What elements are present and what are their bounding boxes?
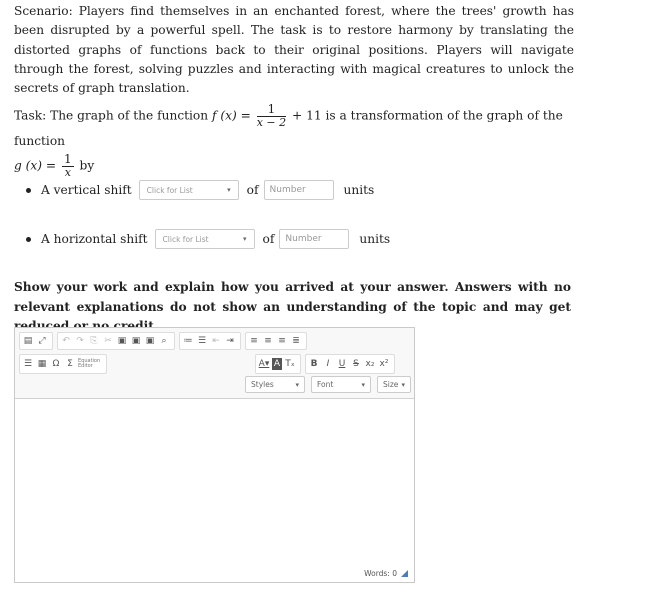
format-group: B I U S x₂ x² (305, 354, 395, 374)
color-group: A▾ A Tₓ (255, 354, 301, 374)
g-fraction: 1 x (62, 153, 74, 179)
outdent-icon[interactable]: ⇤ (210, 335, 222, 347)
units-label: units (359, 232, 391, 246)
styles-label: Styles (251, 380, 274, 389)
f-numerator: 1 (256, 103, 287, 117)
horizontal-shift-row: A horizontal shift Click for List ▾ of N… (26, 229, 390, 249)
size-label: Size (383, 380, 399, 389)
align-group: ≡ ≡ ≡ ≣ (245, 332, 307, 350)
special-char-icon[interactable]: Ω (50, 358, 62, 370)
task-prefix: Task: The graph of the function (14, 108, 209, 123)
chevron-down-icon: ▾ (243, 235, 247, 243)
maximize-icon[interactable]: ⤢ (36, 335, 48, 347)
select-placeholder: Click for List (146, 185, 193, 195)
units-label: units (343, 183, 375, 197)
superscript-button[interactable]: x² (378, 358, 390, 370)
remove-format-icon[interactable]: Tₓ (284, 358, 296, 370)
f-lhs: f (x) = (212, 108, 251, 123)
paste-icon[interactable]: ▣ (116, 335, 128, 347)
indent-icon[interactable]: ⇥ (224, 335, 236, 347)
align-left-icon[interactable]: ≡ (248, 335, 260, 347)
horizontal-shift-direction-select[interactable]: Click for List ▾ (154, 229, 255, 249)
underline-button[interactable]: U (336, 358, 348, 370)
font-label: Font (317, 380, 334, 389)
task-suffix: by (79, 158, 95, 173)
cut-icon[interactable]: ✂ (102, 335, 114, 347)
vertical-shift-direction-select[interactable]: Click for List ▾ (138, 180, 239, 200)
find-icon[interactable]: ⌕ (158, 335, 170, 347)
g-denominator: x (64, 166, 71, 179)
scenario-text: Scenario: Players find themselves in an … (14, 4, 574, 96)
strike-button[interactable]: S (350, 358, 362, 370)
number-placeholder: Number (269, 185, 306, 195)
paste-text-icon[interactable]: ▣ (130, 335, 142, 347)
chevron-down-icon: ▾ (361, 380, 365, 389)
select-placeholder: Click for List (162, 234, 209, 244)
chevron-down-icon: ▾ (295, 380, 299, 389)
rich-text-editor: ▤ ⤢ ↶ ↷ ⎘ ✂ ▣ ▣ ▣ ⌕ ≔ ☰ ⇤ ⇥ ≡ ≡ ≡ ≣ ☰ ▦ … (14, 327, 415, 583)
word-count: Words: 0 (364, 569, 408, 578)
list-group: ≔ ☰ ⇤ ⇥ (179, 332, 241, 350)
f-denominator: x − 2 (256, 116, 287, 129)
editor-content-area[interactable] (15, 398, 414, 564)
vertical-shift-label: A vertical shift (41, 183, 132, 197)
equation-editor-label[interactable]: Equation Editor (78, 359, 104, 369)
size-combo[interactable]: Size ▾ (377, 376, 411, 393)
horizontal-shift-number-input[interactable]: Number (279, 229, 350, 249)
editor-toolbar: ▤ ⤢ ↶ ↷ ⎘ ✂ ▣ ▣ ▣ ⌕ ≔ ☰ ⇤ ⇥ ≡ ≡ ≡ ≣ ☰ ▦ … (15, 328, 414, 399)
source-icon[interactable]: ▤ (22, 335, 34, 347)
insert-group: ☰ ▦ Ω Σ Equation Editor (19, 354, 107, 374)
equation-icon[interactable]: Σ (64, 358, 76, 370)
bullet-icon (26, 236, 31, 242)
g-lhs: g (x) = (14, 158, 57, 173)
align-justify-icon[interactable]: ≣ (290, 335, 302, 347)
bold-button[interactable]: B (308, 358, 320, 370)
horizontal-line-icon[interactable]: ☰ (22, 358, 34, 370)
styles-combo[interactable]: Styles ▾ (245, 376, 305, 393)
of-label: of (246, 183, 259, 197)
redo-icon[interactable]: ↷ (74, 335, 86, 347)
resize-grip-icon[interactable] (401, 570, 408, 577)
g-numerator: 1 (62, 152, 74, 167)
numbered-list-icon[interactable]: ≔ (182, 335, 194, 347)
source-group: ▤ ⤢ (19, 332, 53, 350)
subscript-button[interactable]: x₂ (364, 358, 376, 370)
horizontal-shift-label: A horizontal shift (41, 232, 148, 246)
task-statement: Task: The graph of the function f (x) = … (14, 103, 584, 179)
undo-icon[interactable]: ↶ (60, 335, 72, 347)
f-tail: + 11 (292, 108, 322, 123)
italic-button[interactable]: I (322, 358, 334, 370)
chevron-down-icon: ▾ (227, 186, 231, 194)
number-placeholder: Number (285, 234, 322, 244)
text-color-icon[interactable]: A▾ (258, 358, 270, 370)
paste-word-icon[interactable]: ▣ (144, 335, 156, 347)
align-right-icon[interactable]: ≡ (276, 335, 288, 347)
vertical-shift-row: A vertical shift Click for List ▾ of Num… (26, 180, 374, 200)
bulleted-list-icon[interactable]: ☰ (196, 335, 208, 347)
chevron-down-icon: ▾ (401, 380, 405, 389)
vertical-shift-number-input[interactable]: Number (263, 180, 334, 200)
bg-color-icon[interactable]: A (272, 358, 282, 370)
f-fraction: 1 x − 2 (256, 103, 287, 129)
word-count-label: Words: 0 (364, 569, 397, 578)
font-combo[interactable]: Font ▾ (311, 376, 371, 393)
align-center-icon[interactable]: ≡ (262, 335, 274, 347)
bullet-icon (26, 187, 31, 193)
copy-icon[interactable]: ⎘ (88, 335, 100, 347)
of-label: of (262, 232, 275, 246)
table-icon[interactable]: ▦ (36, 358, 48, 370)
clipboard-group: ↶ ↷ ⎘ ✂ ▣ ▣ ▣ ⌕ (57, 332, 175, 350)
